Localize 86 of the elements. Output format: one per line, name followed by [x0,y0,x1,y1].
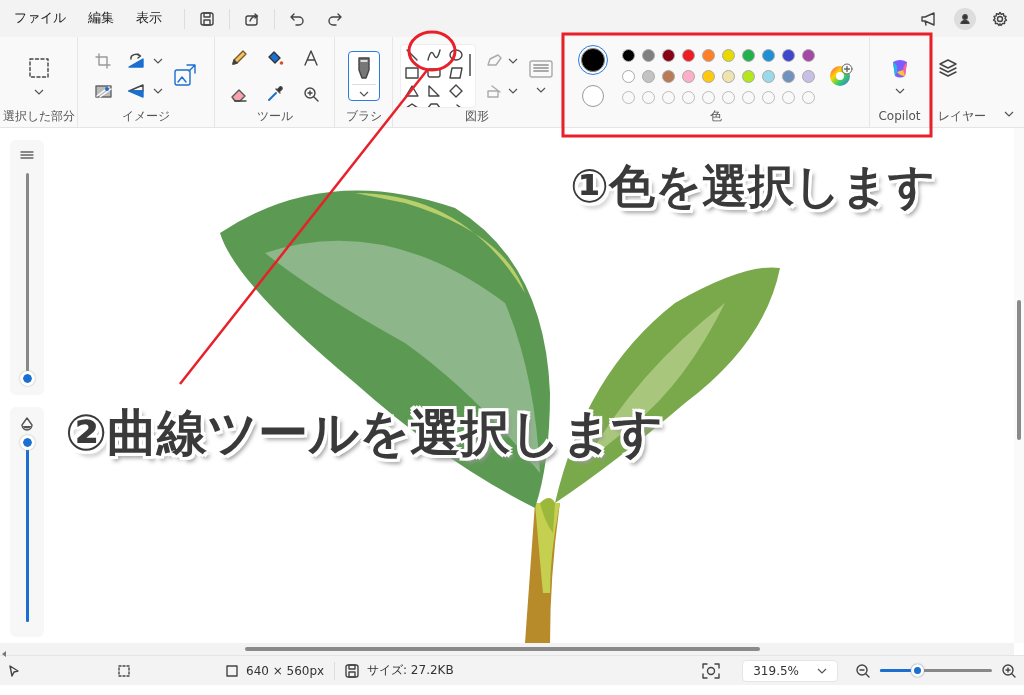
shape-icon[interactable] [449,66,463,80]
color-swatch[interactable] [802,48,815,62]
color-swatch[interactable] [622,48,635,62]
group-label: Copilot [878,109,921,123]
save-icon[interactable] [199,10,215,27]
secondary-color[interactable] [582,85,604,107]
color-swatch[interactable] [702,48,715,62]
color-swatch[interactable] [642,69,655,83]
chevron-down-icon[interactable] [1004,111,1014,117]
color-swatch[interactable] [802,69,815,83]
color-swatch[interactable] [682,48,695,62]
shape-icon[interactable] [449,48,463,62]
chevron-down-icon[interactable] [33,89,44,95]
opacity-icon [21,417,33,431]
shape-icon[interactable] [427,48,441,62]
primary-color[interactable] [581,48,605,72]
chevron-down-icon[interactable] [508,58,518,64]
rectangle-select-icon[interactable] [27,57,50,79]
horizontal-scrollbar-thumb[interactable] [245,647,760,651]
chevron-down-icon[interactable] [508,88,518,94]
resize-image-icon[interactable] [173,63,197,87]
pointer-icon [8,664,20,677]
color-swatch[interactable] [762,48,775,62]
image-effect-icon[interactable] [95,83,113,99]
account-avatar[interactable] [954,7,976,30]
color-swatch[interactable] [742,69,755,83]
chevron-down-icon[interactable] [153,88,163,94]
brush-size-icon [20,150,34,162]
color-swatch[interactable] [722,48,735,62]
zoom-icon[interactable] [301,85,320,103]
save-icon [345,663,359,678]
pencil-icon[interactable] [229,49,248,67]
zoom-dropdown[interactable]: 319.5% [742,659,838,682]
group-label: 選択した部分 [2,109,75,123]
shape-icon[interactable] [405,84,419,98]
color-swatch[interactable] [682,69,695,83]
color-swatch[interactable] [722,69,735,83]
group-label: 色 [709,109,722,123]
slider-thumb[interactable] [19,435,35,450]
color-swatch[interactable] [762,69,775,83]
color-swatch[interactable] [742,48,755,62]
slider-thumb[interactable] [19,371,35,386]
color-swatch[interactable] [782,69,795,83]
layers-icon[interactable] [938,58,958,78]
scroll-left-icon [0,650,8,658]
annotation-circle [407,30,457,72]
menu-item[interactable]: ファイル [6,6,74,31]
chevron-down-icon[interactable] [894,88,905,94]
text-icon[interactable] [301,49,320,67]
group-label: 図形 [465,109,489,123]
color-swatch[interactable] [662,48,675,62]
color-swatch[interactable] [622,69,635,83]
menu-item[interactable]: 編集 [80,6,122,31]
chevron-down-icon[interactable] [358,91,369,97]
chevron-down-icon[interactable] [536,87,546,93]
zoom-slider-thumb[interactable] [910,664,924,677]
group-label: イメージ [122,109,170,123]
color-swatch[interactable] [782,48,795,62]
color-swatch[interactable] [662,69,675,83]
zoom-in-icon[interactable] [1002,663,1016,678]
zoom-out-icon[interactable] [856,663,870,678]
color-picker-icon[interactable] [265,85,284,103]
vertical-scrollbar-thumb[interactable] [1017,300,1021,440]
color-swatch[interactable] [702,69,715,83]
edit-colors-icon[interactable] [829,63,853,87]
shape-icon[interactable] [405,48,419,62]
fit-to-window-icon[interactable] [702,662,721,679]
shape-icon[interactable] [405,66,419,80]
shape-icon[interactable] [427,84,441,98]
chevron-down-icon [817,667,827,674]
chevron-down-icon[interactable] [153,58,163,64]
shape-icon[interactable] [449,84,463,98]
group-label: レイヤー [938,109,986,123]
brush-button[interactable] [347,51,380,101]
group-label: ツール [256,109,293,123]
annotation-text: ①色を選択します [570,160,935,213]
canvas-size: 640 × 560px [246,663,325,678]
canvas-size-icon [226,664,238,677]
settings-icon[interactable] [992,10,1008,27]
menu-item[interactable]: 表示 [128,6,170,31]
group-label: ブラシ [345,109,382,123]
file-size: サイズ: 27.2KB [367,662,454,679]
selection-size-icon [118,664,130,677]
megaphone-icon[interactable] [920,10,938,27]
person-icon [960,13,970,24]
color-swatch[interactable] [642,48,655,62]
